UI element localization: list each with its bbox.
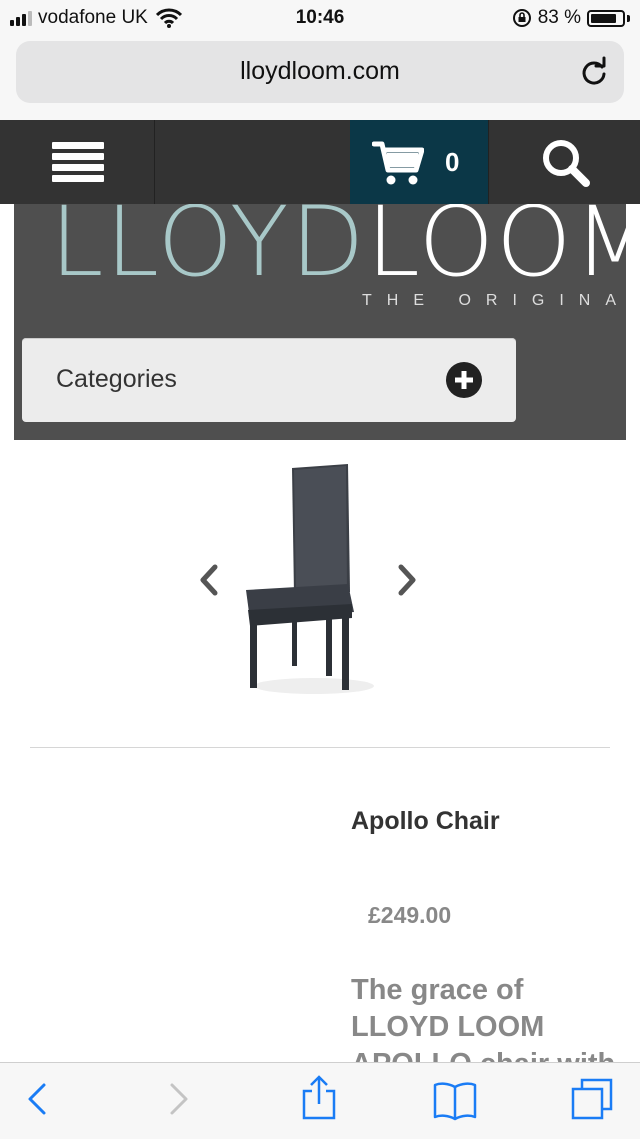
bookmarks-icon[interactable] (432, 1081, 478, 1121)
plus-circle-icon[interactable] (446, 362, 482, 398)
divider (30, 747, 610, 748)
address-bar[interactable]: lloydloom.com (16, 41, 624, 103)
categories-label: Categories (56, 365, 177, 393)
site-banner: LLOYDLOOM THE ORIGINAL Categories (14, 204, 626, 440)
categories-dropdown[interactable]: Categories (22, 338, 516, 422)
url-text[interactable]: lloydloom.com (16, 57, 624, 86)
forward-icon[interactable] (166, 1079, 192, 1119)
cart-button[interactable]: 0 (350, 120, 488, 204)
logo-lloyd: LLOYD (50, 204, 367, 298)
reload-icon[interactable] (578, 56, 610, 88)
tabs-icon[interactable] (570, 1077, 614, 1121)
product-image-chair[interactable] (236, 462, 376, 702)
share-icon[interactable] (300, 1075, 338, 1121)
product-title[interactable]: Apollo Chair (351, 807, 500, 836)
search-icon (543, 140, 590, 187)
hamburger-icon[interactable] (52, 142, 104, 182)
cart-count: 0 (445, 147, 460, 177)
chevron-left-icon[interactable] (194, 562, 224, 598)
product-price: £249.00 (368, 902, 452, 928)
chevron-right-icon[interactable] (392, 562, 422, 598)
status-bar: vodafone UK 10:46 83 % (0, 0, 640, 38)
site-logo[interactable]: LLOYDLOOM (50, 204, 626, 290)
site-nav: 0 (0, 120, 640, 204)
back-icon[interactable] (24, 1079, 50, 1119)
cart-icon (372, 141, 424, 185)
battery-tip (627, 14, 630, 22)
status-right: 83 % (512, 7, 630, 29)
battery-icon (587, 9, 625, 27)
menu-button[interactable] (0, 120, 155, 204)
logo-loom: LOOM (366, 204, 626, 298)
battery-percent: 83 % (537, 7, 581, 28)
browser-toolbar (0, 1062, 640, 1139)
browser-url-area: lloydloom.com (0, 38, 640, 120)
logo-tagline: THE ORIGINAL (362, 292, 626, 309)
search-button[interactable] (488, 120, 640, 204)
orientation-lock-icon (512, 9, 531, 27)
